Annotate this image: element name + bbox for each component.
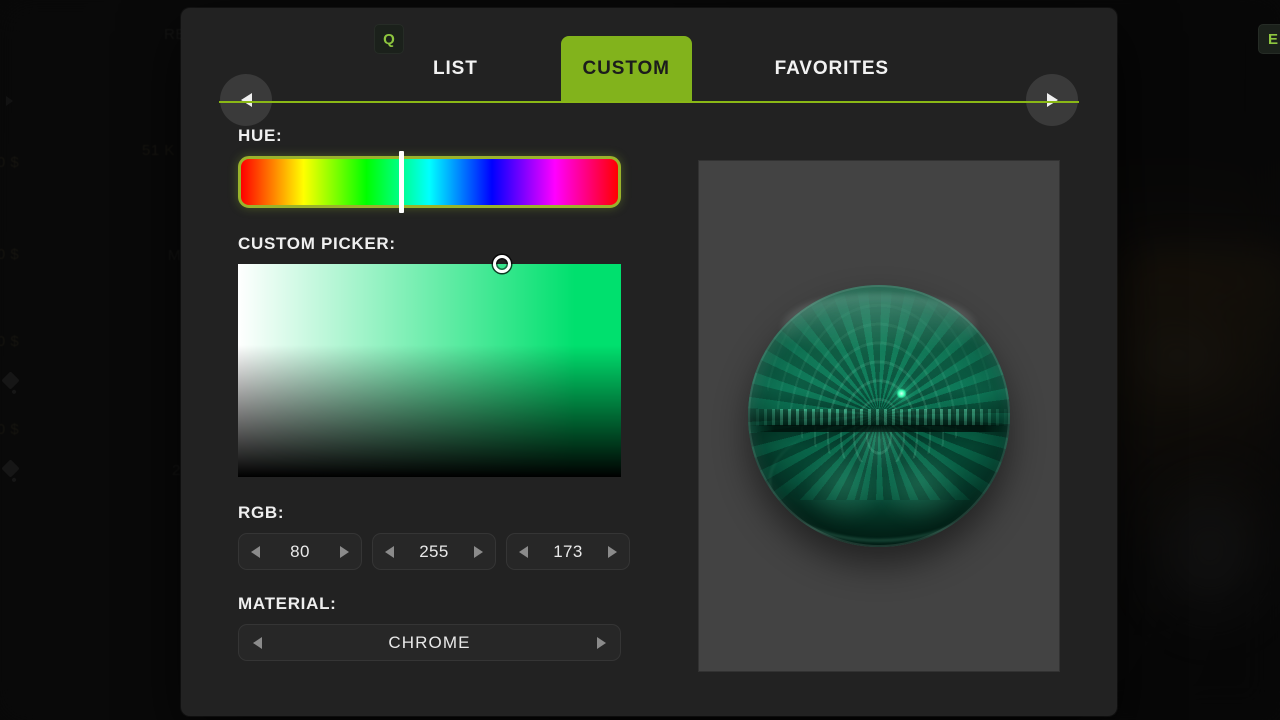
decrement-blue-icon[interactable] [519, 546, 528, 558]
tab-custom[interactable]: CUSTOM [561, 36, 692, 102]
next-material-icon[interactable] [597, 637, 606, 649]
chevron-right-icon [1047, 93, 1058, 107]
increment-blue-icon[interactable] [608, 546, 617, 558]
decrement-red-icon[interactable] [251, 546, 260, 558]
increment-red-icon[interactable] [340, 546, 349, 558]
hue-slider-handle[interactable] [399, 151, 404, 213]
rgb-green-stepper[interactable]: 255 [372, 533, 496, 570]
material-value: CHROME [262, 633, 597, 653]
increment-green-icon[interactable] [474, 546, 483, 558]
previous-material-icon[interactable] [253, 637, 262, 649]
tab-favorites[interactable]: FAVORITES [753, 36, 911, 102]
rgb-green-value: 255 [394, 542, 474, 562]
material-preview-panel [698, 160, 1060, 672]
rgb-row: 80 255 173 [238, 533, 638, 570]
tab-list-view[interactable]: LIST [411, 36, 500, 102]
rgb-block: RGB: 80 255 173 [238, 503, 638, 570]
hue-slider[interactable] [238, 156, 621, 208]
custom-picker-area[interactable] [238, 264, 621, 477]
rgb-red-value: 80 [260, 542, 340, 562]
hue-label: HUE: [238, 126, 638, 146]
tab-list: LIST CUSTOM FAVORITES [411, 36, 911, 102]
custom-picker-label: CUSTOM PICKER: [238, 234, 638, 254]
tab-underline [219, 101, 1079, 103]
material-selector[interactable]: CHROME [238, 624, 621, 661]
rgb-blue-stepper[interactable]: 173 [506, 533, 630, 570]
custom-picker-handle[interactable] [493, 255, 511, 273]
rgb-blue-value: 173 [528, 542, 608, 562]
key-hint-next: E [1258, 24, 1280, 54]
rgb-red-stepper[interactable]: 80 [238, 533, 362, 570]
material-label: MATERIAL: [238, 594, 638, 614]
chevron-left-icon [241, 93, 252, 107]
color-customization-dialog: Q E LIST CUSTOM FAVORITES HUE: CUSTOM PI… [181, 8, 1117, 716]
custom-picker-block: CUSTOM PICKER: [238, 234, 638, 477]
controls-column: HUE: CUSTOM PICKER: RGB: 80 255 [238, 126, 638, 661]
preview-sphere [748, 285, 1010, 547]
prev-tab-button[interactable] [220, 74, 272, 126]
material-block: MATERIAL: CHROME [238, 594, 638, 661]
rgb-label: RGB: [238, 503, 638, 523]
next-tab-button[interactable] [1026, 74, 1078, 126]
decrement-green-icon[interactable] [385, 546, 394, 558]
tab-bar: LIST CUSTOM FAVORITES [181, 36, 1117, 104]
preview-sphere-body [748, 285, 1010, 547]
sphere-rim-sweep [769, 421, 989, 542]
